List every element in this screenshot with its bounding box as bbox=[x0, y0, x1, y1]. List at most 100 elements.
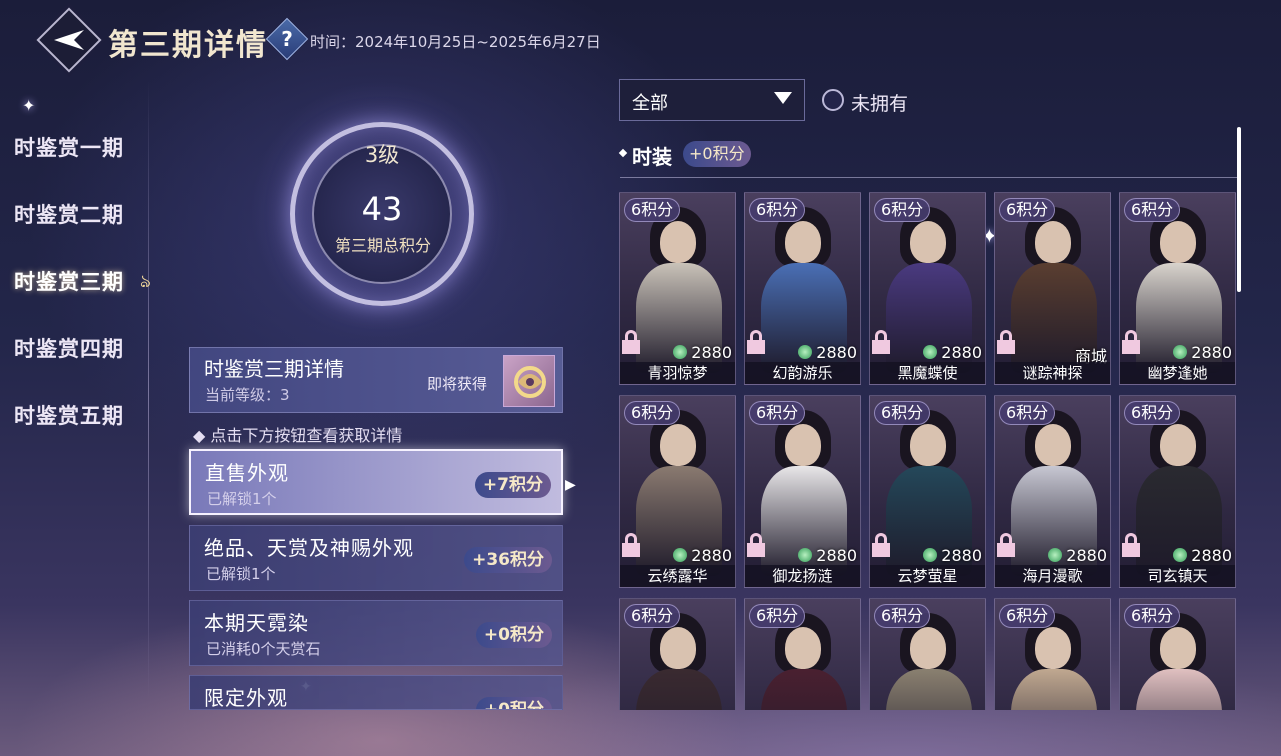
outfit-card[interactable]: 6积分 2880 云梦萤星 bbox=[869, 395, 986, 588]
outfit-card[interactable]: 6积分 2880 青羽惊梦 bbox=[619, 192, 736, 385]
points-tag: 6积分 bbox=[1124, 604, 1181, 628]
sparkle-icon: ✦ bbox=[22, 96, 36, 115]
chevron-down-icon bbox=[774, 92, 792, 104]
points-tag: 6积分 bbox=[999, 198, 1056, 222]
category-title: 本期天霓染 bbox=[204, 611, 309, 635]
nav-divider bbox=[148, 80, 149, 700]
bullet-icon bbox=[618, 148, 628, 158]
points-badge: +36积分 bbox=[464, 547, 552, 573]
nav-item-period-2[interactable]: 时鉴赏二期 bbox=[14, 199, 124, 229]
price-value: 2880 bbox=[816, 343, 857, 362]
character-outfit bbox=[1011, 669, 1097, 710]
nav-item-period-3[interactable]: 时鉴赏三期 bbox=[14, 266, 124, 296]
jade-currency-icon bbox=[673, 345, 688, 359]
lock-icon bbox=[1122, 330, 1140, 354]
character-face bbox=[785, 424, 821, 466]
price-value: 2880 bbox=[941, 546, 982, 565]
outfit-name: 海月漫歌 bbox=[995, 565, 1110, 587]
points-badge: +0积分 bbox=[475, 622, 552, 648]
points-tag: 6积分 bbox=[749, 604, 806, 628]
price-value: 2880 bbox=[1066, 546, 1107, 565]
lock-icon bbox=[1122, 533, 1140, 557]
lock-icon bbox=[872, 533, 890, 557]
points-tag: 6积分 bbox=[999, 604, 1056, 628]
outfit-card[interactable]: 6积分 2880 幻韵游乐 bbox=[744, 192, 861, 385]
jade-currency-icon bbox=[1048, 548, 1063, 562]
price-tag: 2880 bbox=[673, 546, 732, 565]
outfit-card[interactable]: 6积分 商城 谜踪神探 bbox=[994, 192, 1111, 385]
category-premium[interactable]: 绝品、天赏及神赐外观 已解锁1个 +36积分 bbox=[189, 525, 563, 591]
lock-icon bbox=[997, 330, 1015, 354]
character-face bbox=[910, 221, 946, 263]
character-face bbox=[1035, 424, 1071, 466]
outfit-card[interactable]: 6积分 2880 云绣露华 bbox=[619, 395, 736, 588]
category-limited[interactable]: 限定外观 +0积分 bbox=[189, 675, 563, 710]
character-face bbox=[1160, 627, 1196, 669]
price-value: 2880 bbox=[691, 343, 732, 362]
outfit-card[interactable]: 6积分 bbox=[994, 598, 1111, 710]
swirl-emblem-icon bbox=[514, 366, 546, 398]
section-points-badge: +0积分 bbox=[683, 141, 751, 167]
outfit-card[interactable]: 6积分 2880 御龙扬涟 bbox=[744, 395, 861, 588]
section-title: 时装 bbox=[632, 145, 672, 169]
page-title: 第三期详情 bbox=[108, 28, 268, 63]
nav-item-period-5[interactable]: 时鉴赏五期 bbox=[14, 400, 124, 430]
price-value: 2880 bbox=[1191, 546, 1232, 565]
character-face bbox=[910, 424, 946, 466]
points-tag: 6积分 bbox=[624, 401, 681, 425]
outfit-name: 黑魔蝶使 bbox=[870, 362, 985, 384]
points-tag: 6积分 bbox=[1124, 198, 1181, 222]
category-title: 绝品、天赏及神赐外观 bbox=[204, 536, 414, 560]
character-face bbox=[1035, 627, 1071, 669]
outfit-name: 御龙扬涟 bbox=[745, 565, 860, 587]
price-tag: 2880 bbox=[1173, 546, 1232, 565]
hint-text: ◆ 点击下方按钮查看获取详情 bbox=[193, 426, 403, 445]
current-level: 当前等级：3 bbox=[205, 386, 290, 404]
not-owned-toggle[interactable] bbox=[822, 89, 844, 111]
detail-title: 时鉴赏三期详情 bbox=[204, 357, 344, 381]
outfit-card[interactable]: 6积分 2880 幽梦逢她 bbox=[1119, 192, 1236, 385]
category-title: 限定外观 bbox=[204, 686, 288, 710]
lock-icon bbox=[747, 533, 765, 557]
lock-icon bbox=[747, 330, 765, 354]
price-tag: 2880 bbox=[1048, 546, 1107, 565]
outfit-name: 幻韵游乐 bbox=[745, 362, 860, 384]
character-outfit bbox=[1136, 669, 1222, 710]
character-face bbox=[660, 424, 696, 466]
question-icon: ? bbox=[281, 27, 293, 51]
outfit-card[interactable]: 6积分 2880 黑魔蝶使 bbox=[869, 192, 986, 385]
active-indicator-icon: ঌ bbox=[140, 271, 151, 292]
lock-icon bbox=[872, 330, 890, 354]
points-tag: 6积分 bbox=[874, 604, 931, 628]
reward-item-icon[interactable] bbox=[503, 355, 555, 407]
character-face bbox=[660, 627, 696, 669]
jade-currency-icon bbox=[673, 548, 688, 562]
character-outfit bbox=[636, 669, 722, 710]
outfit-card[interactable]: 6积分 bbox=[1119, 598, 1236, 710]
outfit-card[interactable]: 6积分 bbox=[869, 598, 986, 710]
points-tag: 6积分 bbox=[749, 401, 806, 425]
section-divider bbox=[620, 177, 1238, 178]
lock-icon bbox=[997, 533, 1015, 557]
character-face bbox=[1035, 221, 1071, 263]
category-status: 已消耗0个天赏石 bbox=[206, 640, 321, 658]
character-face bbox=[660, 221, 696, 263]
outfit-grid: 6积分 2880 青羽惊梦 6积分 2880 幻韵游乐 6积分 2880 黑魔蝶使 6积分 商城 谜踪… bbox=[619, 192, 1239, 710]
outfit-card[interactable]: 6积分 2880 海月漫歌 bbox=[994, 395, 1111, 588]
price-tag: 2880 bbox=[673, 343, 732, 362]
outfit-card[interactable]: 6积分 2880 司玄镇天 bbox=[1119, 395, 1236, 588]
price-value: 2880 bbox=[941, 343, 982, 362]
outfit-card[interactable]: 6积分 bbox=[744, 598, 861, 710]
price-value: 2880 bbox=[816, 546, 857, 565]
nav-item-period-1[interactable]: 时鉴赏一期 bbox=[14, 132, 124, 162]
category-direct-sale[interactable]: 直售外观 已解锁1个 +7积分 bbox=[189, 449, 563, 515]
nav-item-period-4[interactable]: 时鉴赏四期 bbox=[14, 333, 124, 363]
jade-currency-icon bbox=[923, 345, 938, 359]
jade-currency-icon bbox=[798, 345, 813, 359]
jade-currency-icon bbox=[1173, 345, 1188, 359]
category-dye[interactable]: 本期天霓染 已消耗0个天赏石 +0积分 bbox=[189, 600, 563, 666]
score-caption: 第三期总积分 bbox=[334, 236, 431, 255]
points-tag: 6积分 bbox=[874, 198, 931, 222]
back-arrow-icon bbox=[54, 30, 84, 50]
outfit-card[interactable]: 6积分 bbox=[619, 598, 736, 710]
